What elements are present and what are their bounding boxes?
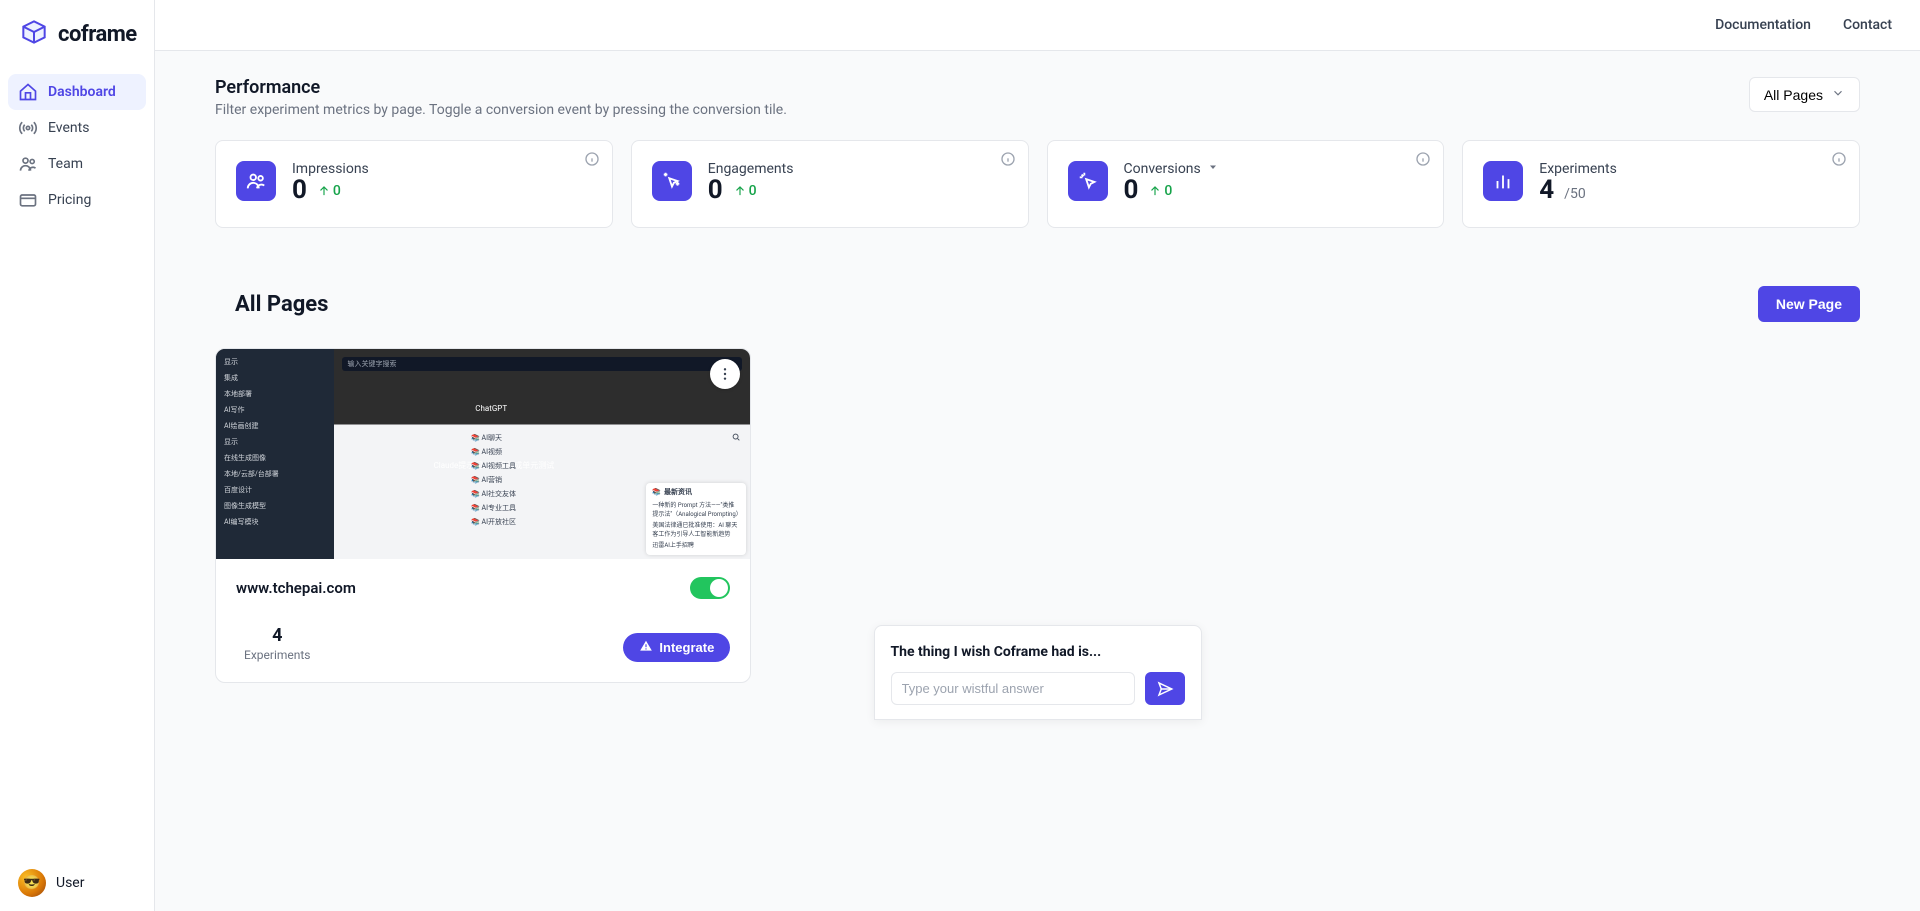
sidebar-item-events[interactable]: Events	[8, 110, 146, 146]
page-card: 显示 集成 本地部署 AI写作 AI绘画创建 显示 在线生成图像 本地/云部/台…	[215, 348, 751, 683]
performance-title: Performance	[215, 77, 787, 98]
info-icon[interactable]	[1831, 151, 1847, 171]
users-icon	[236, 161, 276, 201]
sidebar-item-dashboard[interactable]: Dashboard	[8, 74, 146, 110]
sparkle-cursor-icon	[652, 161, 692, 201]
stat-value: 0	[1124, 177, 1139, 203]
team-icon	[18, 154, 38, 174]
stat-card-impressions: Impressions 0 0	[215, 140, 613, 228]
sidebar: coframe Dashboard Events Team Pricing	[0, 0, 155, 911]
page-experiments-count: 4	[244, 625, 311, 646]
sidebar-nav: Dashboard Events Team Pricing	[0, 66, 154, 855]
brand-name: coframe	[58, 22, 137, 47]
stat-delta: 0	[317, 183, 341, 199]
integrate-button[interactable]: Integrate	[623, 633, 730, 662]
sidebar-item-label: Pricing	[48, 192, 91, 208]
thumb-news: 📚 最新资讯 一种新的 Prompt 方法——"类推提示法"（Analogica…	[646, 483, 746, 555]
stat-value: 0	[292, 177, 307, 203]
feedback-card: The thing I wish Coframe had is...	[874, 625, 1202, 720]
home-icon	[18, 82, 38, 102]
sidebar-item-label: Dashboard	[48, 84, 116, 100]
feedback-title: The thing I wish Coframe had is...	[891, 644, 1185, 660]
bar-chart-icon	[1483, 161, 1523, 201]
topbar-link-contact[interactable]: Contact	[1843, 17, 1892, 33]
sidebar-user[interactable]: User	[0, 855, 154, 911]
page-thumbnail[interactable]: 显示 集成 本地部署 AI写作 AI绘画创建 显示 在线生成图像 本地/云部/台…	[216, 349, 750, 559]
cursor-click-icon	[1068, 161, 1108, 201]
thumb-tags: AI聊天 AI视频 AI视频工具 AI营销 AI社交友体 AI专业工具 AI开放…	[471, 433, 516, 527]
thumb-search: 输入关键字搜索	[342, 357, 743, 371]
stat-card-engagements: Engagements 0 0	[631, 140, 1029, 228]
stat-value: 4	[1539, 177, 1554, 203]
page-filter-label: All Pages	[1764, 87, 1823, 103]
stat-card-conversions[interactable]: Conversions 0 0	[1047, 140, 1445, 228]
page-experiments-label: Experiments	[244, 648, 311, 662]
brand-logo-icon	[18, 16, 50, 52]
stat-card-experiments: Experiments 4 /50	[1462, 140, 1860, 228]
feedback-input[interactable]	[891, 672, 1135, 705]
thumb-search-icon	[728, 429, 744, 445]
page-filter-button[interactable]: All Pages	[1749, 77, 1860, 112]
feedback-send-button[interactable]	[1145, 672, 1185, 705]
thumb-caption-top: ChatGPT	[475, 404, 507, 413]
thumb-sidebar: 显示 集成 本地部署 AI写作 AI绘画创建 显示 在线生成图像 本地/云部/台…	[216, 349, 334, 559]
performance-subtitle: Filter experiment metrics by page. Toggl…	[215, 102, 787, 118]
avatar	[18, 869, 46, 897]
topbar: Documentation Contact	[155, 0, 1920, 51]
new-page-button[interactable]: New Page	[1758, 286, 1860, 322]
chevron-down-icon	[1831, 86, 1845, 103]
broadcast-icon	[18, 118, 38, 138]
brand: coframe	[0, 0, 154, 66]
sidebar-item-label: Events	[48, 120, 89, 136]
stat-delta: 0	[733, 183, 757, 199]
stat-value: 0	[708, 177, 723, 203]
sidebar-item-team[interactable]: Team	[8, 146, 146, 182]
stat-delta: 0	[1148, 183, 1172, 199]
info-icon[interactable]	[584, 151, 600, 171]
integrate-label: Integrate	[659, 640, 714, 655]
info-icon[interactable]	[1415, 151, 1431, 171]
sidebar-item-pricing[interactable]: Pricing	[8, 182, 146, 218]
page-url: www.tchepai.com	[236, 579, 356, 597]
sidebar-item-label: Team	[48, 156, 83, 172]
user-name: User	[56, 875, 84, 891]
stat-suffix: /50	[1564, 186, 1586, 202]
pages-title: All Pages	[215, 292, 328, 317]
info-icon[interactable]	[1000, 151, 1016, 171]
topbar-link-documentation[interactable]: Documentation	[1715, 17, 1811, 33]
page-enabled-toggle[interactable]	[690, 577, 730, 599]
warning-icon	[639, 639, 653, 656]
caret-down-icon[interactable]	[1207, 161, 1219, 177]
credit-card-icon	[18, 190, 38, 210]
